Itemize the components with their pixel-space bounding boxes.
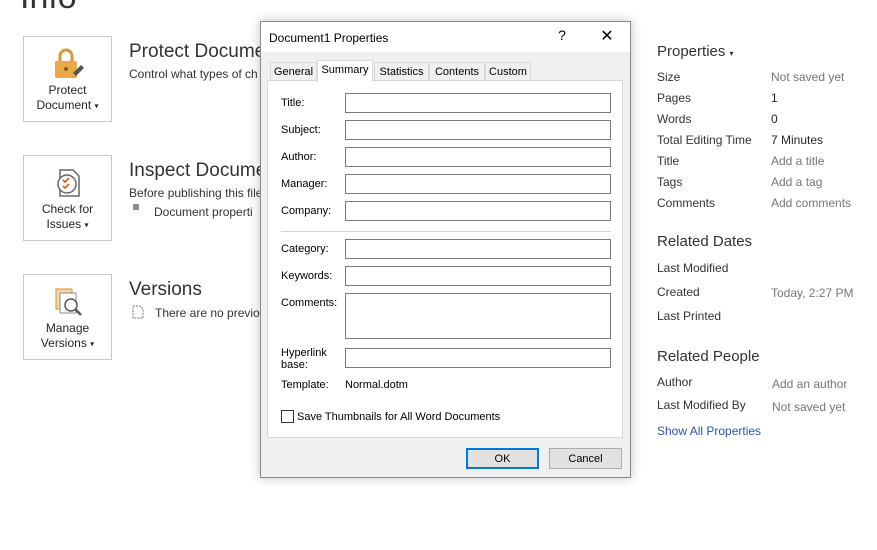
cancel-button[interactable]: Cancel (549, 448, 622, 469)
protect-desc: Control what types of ch (129, 67, 258, 81)
date-label-created: Created (657, 285, 700, 299)
protect-document-button[interactable]: Protect Document ▾ (23, 36, 112, 122)
people-value-last-modified-by: Not saved yet (772, 400, 846, 414)
chevron-down-icon: ▾ (84, 220, 89, 230)
tab-summary[interactable]: Summary (317, 60, 373, 82)
company-field[interactable] (345, 201, 611, 221)
versions-desc: There are no previou (155, 306, 267, 320)
prop-value-editing-time: 7 Minutes (771, 133, 824, 147)
check-label-2: Issues (46, 217, 82, 231)
prop-label-words: Words (657, 112, 692, 126)
prop-value-comments[interactable]: Add comments (771, 196, 851, 210)
hyperlink-base-field[interactable] (345, 348, 611, 368)
show-all-properties-link[interactable]: Show All Properties (657, 424, 761, 438)
subject-label: Subject: (281, 124, 321, 136)
company-label: Company: (281, 205, 332, 217)
prop-label-editing-time: Total Editing Time (657, 133, 752, 147)
prop-value-pages: 1 (771, 91, 778, 105)
dialog-title: Document1 Properties (269, 31, 389, 45)
related-dates-heading: Related Dates (657, 233, 753, 250)
square-bullet-icon (133, 204, 139, 210)
properties-heading[interactable]: Properties ▾ (657, 43, 734, 60)
subject-field[interactable] (345, 120, 611, 140)
prop-value-size: Not saved yet (771, 70, 845, 84)
close-icon[interactable]: ✕ (597, 26, 617, 48)
hyperlink-label-2: base: (281, 359, 308, 371)
related-people-heading: Related People (657, 348, 760, 365)
manage-label-2: Versions (40, 336, 87, 350)
prop-value-words: 0 (771, 112, 778, 126)
template-label: Template: (281, 379, 329, 391)
document-icon (132, 305, 144, 319)
chevron-down-icon: ▾ (90, 339, 95, 349)
tab-contents[interactable]: Contents (429, 62, 485, 81)
date-label-last-printed: Last Printed (657, 309, 722, 323)
tab-custom[interactable]: Custom (485, 62, 531, 81)
manage-versions-button[interactable]: Manage Versions ▾ (23, 274, 112, 360)
help-button[interactable]: ? (553, 27, 571, 47)
protect-title: Protect Docume (129, 41, 266, 62)
versions-title: Versions (129, 279, 202, 300)
prop-value-tags[interactable]: Add a tag (771, 175, 822, 189)
chevron-down-icon: ▾ (94, 101, 99, 111)
versions-icon (55, 288, 82, 316)
field-divider (281, 231, 611, 232)
hyperlink-label-1: Hyperlink (281, 347, 327, 359)
prop-label-pages: Pages (657, 91, 692, 105)
save-thumbnails-label[interactable]: Save Thumbnails for All Word Documents (297, 411, 500, 423)
summary-panel: Title: Subject: Author: Manager: Company… (267, 80, 623, 438)
people-label-author: Author (657, 375, 693, 389)
inspect-document-icon (56, 169, 80, 197)
dialog-titlebar[interactable]: Document1 Properties ? ✕ (261, 22, 630, 52)
author-field[interactable] (345, 147, 611, 167)
manager-field[interactable] (345, 174, 611, 194)
protect-label-2: Document (36, 98, 92, 112)
prop-label-comments: Comments (657, 196, 716, 210)
page-title: Info (20, 0, 77, 17)
protect-label-1: Protect (48, 83, 87, 97)
properties-heading-label: Properties (657, 43, 726, 60)
lock-icon (54, 48, 84, 78)
author-label: Author: (281, 151, 317, 163)
properties-dialog: Document1 Properties ? ✕ General Summary… (260, 21, 631, 478)
inspect-title: Inspect Docume (129, 160, 267, 181)
people-value-author[interactable]: Add an author (772, 377, 847, 391)
comments-label: Comments: (281, 297, 338, 309)
template-value: Normal.dotm (345, 379, 408, 391)
check-for-issues-button[interactable]: Check for Issues ▾ (23, 155, 112, 241)
title-label: Title: (281, 97, 305, 109)
title-field[interactable] (345, 93, 611, 113)
save-thumbnails-checkbox[interactable] (281, 410, 294, 423)
chevron-down-icon: ▾ (729, 49, 734, 58)
tab-general[interactable]: General (270, 62, 317, 81)
prop-label-size: Size (657, 70, 681, 84)
date-label-last-modified: Last Modified (657, 261, 729, 275)
tab-statistics[interactable]: Statistics (374, 62, 429, 81)
inspect-bullet: Document properti (154, 205, 253, 219)
people-label-last-modified-by: Last Modified By (657, 398, 746, 412)
comments-field[interactable] (345, 293, 611, 339)
keywords-label: Keywords: (281, 270, 333, 282)
prop-label-title: Title (657, 154, 680, 168)
manage-label-1: Manage (45, 321, 90, 335)
prop-label-tags: Tags (657, 175, 683, 189)
check-label-1: Check for (41, 202, 94, 216)
prop-value-title[interactable]: Add a title (771, 154, 824, 168)
manager-label: Manager: (281, 178, 328, 190)
ok-button[interactable]: OK (466, 448, 539, 469)
keywords-field[interactable] (345, 266, 611, 286)
category-label: Category: (281, 243, 329, 255)
date-value-created: Today, 2:27 PM (771, 286, 854, 300)
inspect-desc: Before publishing this file (129, 186, 263, 200)
category-field[interactable] (345, 239, 611, 259)
